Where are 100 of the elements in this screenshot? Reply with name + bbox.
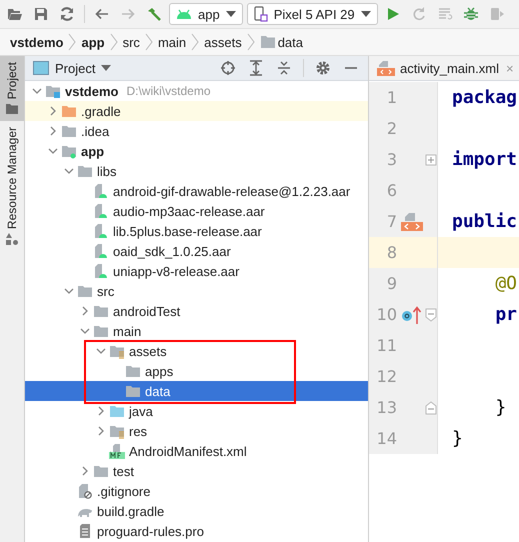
breadcrumb-item[interactable]: main — [158, 34, 186, 50]
line-number: 14 — [376, 429, 397, 448]
folder-icon — [260, 35, 276, 49]
tree-item[interactable]: data — [25, 381, 368, 401]
tree-item-label: android-gif-drawable-release@1.2.23.aar — [113, 184, 350, 198]
collapse-all-icon — [276, 60, 292, 76]
breadcrumb-item[interactable]: vstdemo — [10, 34, 64, 50]
resource-folder-icon — [109, 343, 125, 359]
code-text: } — [451, 428, 463, 449]
fold-end-icon[interactable] — [425, 400, 437, 414]
breadcrumb-separator-icon — [191, 33, 200, 51]
code-text: pr — [494, 304, 518, 325]
line-number: 6 — [386, 181, 397, 200]
fold-start-icon[interactable] — [425, 308, 437, 322]
settings-icon — [315, 60, 331, 76]
text-file-icon — [77, 523, 93, 539]
layout-file-icon[interactable] — [401, 210, 423, 232]
folder-icon — [5, 103, 19, 116]
side-tab[interactable]: Project — [0, 56, 24, 122]
tree-item-label: data — [145, 384, 170, 398]
folder-icon — [125, 363, 141, 379]
lines-icon — [436, 6, 453, 22]
tree-item[interactable]: main — [25, 321, 368, 341]
override-icon[interactable] — [401, 304, 423, 326]
tree-item-label: java — [129, 404, 153, 418]
android-icon — [176, 8, 192, 20]
line-number: 7 — [386, 212, 397, 231]
save-icon — [33, 6, 49, 22]
device-dropdown[interactable]: Pixel 5 API 29 — [246, 3, 378, 25]
breadcrumb-separator-icon — [144, 33, 153, 51]
caret-icon — [360, 11, 371, 17]
tree-item[interactable]: uniapp-v8-release.aar — [25, 261, 368, 281]
archive-file-icon — [93, 203, 109, 219]
code-text: public — [451, 211, 518, 232]
tree-item-label: lib.5plus.base-release.aar — [113, 224, 262, 238]
tree-item-label: oaid_sdk_1.0.25.aar — [113, 244, 231, 258]
project-view-dropdown[interactable]: Project — [55, 60, 112, 76]
tree-item-label: assets — [129, 344, 167, 358]
tree-item-label: audio-mp3aac-release.aar — [113, 204, 265, 218]
tree-item-label: .idea — [81, 124, 110, 138]
device-icon — [488, 6, 505, 22]
tree-item[interactable]: proguard-rules.pro — [25, 521, 368, 541]
breadcrumb-item[interactable]: assets — [204, 34, 242, 50]
tree-item-label: vstdemo — [65, 84, 118, 98]
folder-icon — [93, 303, 109, 319]
side-tab[interactable]: Resource Manager — [0, 121, 24, 252]
line-number: 1 — [386, 88, 397, 107]
apply-changes-icon — [410, 6, 427, 22]
breadcrumb-item[interactable]: data — [278, 34, 304, 50]
code-text: @O — [494, 273, 518, 294]
layout-file-icon — [377, 60, 395, 76]
tree-item[interactable]: android-gif-drawable-release@1.2.23.aar — [25, 181, 368, 201]
line-number: 3 — [386, 150, 397, 169]
line-number: 8 — [386, 243, 397, 262]
archive-file-icon — [93, 263, 109, 279]
caret-icon — [101, 65, 112, 71]
tree-item[interactable]: java — [25, 401, 368, 421]
tree-item[interactable]: AndroidManifest.xml — [25, 441, 368, 461]
folder-icon — [125, 383, 141, 399]
tree-item[interactable]: app — [25, 141, 368, 161]
tree-item[interactable]: .idea — [25, 121, 368, 141]
tree-item[interactable]: test — [25, 461, 368, 481]
line-number: 2 — [386, 119, 397, 138]
tree-item[interactable]: apps — [25, 361, 368, 381]
tree-item[interactable]: assets — [25, 341, 368, 361]
tree-item[interactable]: src — [25, 281, 368, 301]
hammer-icon — [146, 6, 162, 22]
line-number: 12 — [376, 367, 397, 386]
bug-icon — [462, 6, 479, 22]
caret-icon — [226, 11, 236, 17]
tree-item[interactable]: libs — [25, 161, 368, 181]
tree-item[interactable]: build.gradle — [25, 501, 368, 521]
phone-icon — [254, 6, 268, 22]
archive-file-icon — [93, 223, 109, 239]
editor-tab[interactable]: activity_main.xml × — [369, 56, 519, 81]
folder-icon — [93, 463, 109, 479]
tree-item[interactable]: vstdemo D:\wiki\vstdemo — [25, 81, 368, 101]
tree-item[interactable]: audio-mp3aac-release.aar — [25, 201, 368, 221]
breadcrumb-separator-icon — [110, 33, 118, 51]
tree-item[interactable]: res — [25, 421, 368, 441]
tree-item-label: src — [97, 284, 114, 298]
breadcrumb-item[interactable]: app — [81, 34, 105, 50]
tree-item[interactable]: androidTest — [25, 301, 368, 321]
open-folder-icon — [7, 6, 23, 22]
expand-all-icon — [248, 60, 264, 76]
folder-icon — [109, 403, 125, 419]
run-config-dropdown[interactable]: app — [169, 3, 243, 25]
tree-item[interactable]: .gradle — [25, 101, 368, 121]
line-number: 10 — [376, 305, 397, 324]
ignore-file-icon — [77, 483, 93, 499]
folder-icon — [61, 123, 77, 139]
breadcrumb-separator-icon — [68, 33, 76, 51]
tree-item[interactable]: oaid_sdk_1.0.25.aar — [25, 241, 368, 261]
breadcrumb-item[interactable]: src — [122, 34, 140, 50]
line-number: 11 — [376, 336, 397, 355]
tree-item-label: libs — [97, 164, 117, 178]
tree-item[interactable]: .gitignore — [25, 481, 368, 501]
fold-plus-icon[interactable] — [425, 152, 437, 166]
tree-item[interactable]: lib.5plus.base-release.aar — [25, 221, 368, 241]
forward-arrow-icon — [120, 6, 136, 22]
